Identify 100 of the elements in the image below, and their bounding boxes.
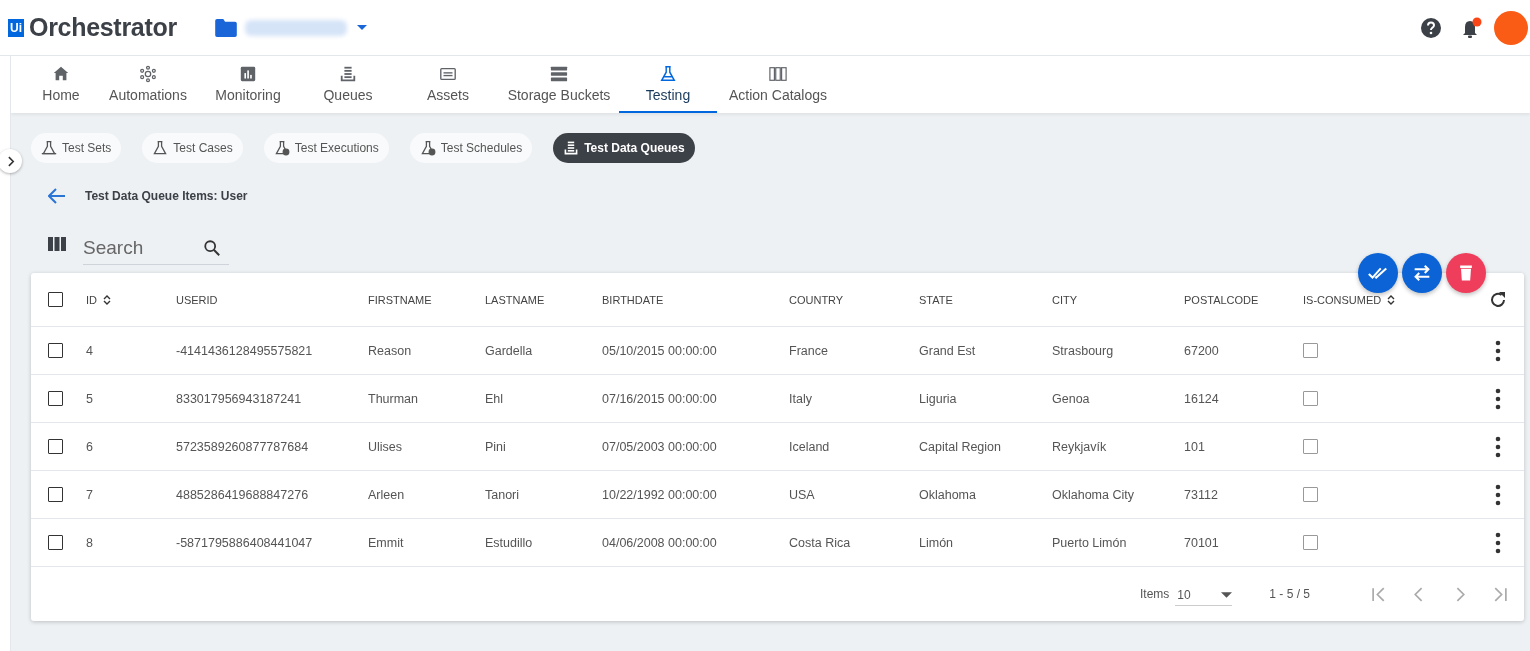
table-cell-text: Oklahoma City xyxy=(1052,487,1135,502)
more-icon[interactable] xyxy=(1495,531,1501,554)
table-cell-text: 6 xyxy=(86,439,94,454)
consumed-checkbox[interactable] xyxy=(1303,439,1318,454)
server-icon xyxy=(550,64,568,83)
consumed-checkbox[interactable] xyxy=(1303,487,1318,502)
nav-tab[interactable]: Home xyxy=(23,56,99,113)
folder-selector[interactable] xyxy=(214,18,367,37)
table-cell-text: 7 xyxy=(86,487,94,502)
sort-icon[interactable] xyxy=(1387,293,1396,306)
table-cell-text: 16124 xyxy=(1184,391,1220,406)
table-cell-text: 07/05/2003 00:00:00 xyxy=(602,439,718,454)
table-cell-text: -5871795886408441047 xyxy=(176,535,314,550)
table-cell-text: 05/10/2015 00:00:00 xyxy=(602,343,718,358)
delete-button[interactable] xyxy=(1446,253,1486,293)
table-cell-text: 10/22/1992 00:00:00 xyxy=(602,487,718,502)
table-cell-text: Capital Region xyxy=(919,439,1002,454)
sub-tab[interactable]: Test Sets xyxy=(31,133,122,163)
row-checkbox[interactable] xyxy=(48,343,63,358)
table-cell-text: Strasbourg xyxy=(1052,343,1115,358)
row-checkbox[interactable] xyxy=(48,391,63,406)
table-cell-text: 73112 xyxy=(1184,487,1219,502)
flask-icon xyxy=(273,140,290,156)
sub-tab[interactable]: Test Cases xyxy=(142,133,243,163)
app-title: Orchestrator xyxy=(29,13,177,42)
mark-consumed-button[interactable] xyxy=(1358,253,1398,293)
select-all-checkbox[interactable] xyxy=(48,292,63,307)
swap-icon xyxy=(1411,262,1433,284)
column-header[interactable]: BIRTHDATE xyxy=(602,293,664,306)
nav-tab[interactable]: Assets xyxy=(397,56,499,113)
column-header[interactable]: CITY xyxy=(1052,293,1078,306)
more-icon[interactable] xyxy=(1495,435,1501,458)
column-header[interactable]: IS-CONSUMED xyxy=(1303,293,1382,306)
table-cell-text: Iceland xyxy=(789,439,831,454)
sort-icon[interactable] xyxy=(103,293,111,306)
consumed-checkbox[interactable] xyxy=(1303,391,1318,406)
columns-icon[interactable] xyxy=(48,237,66,251)
nav-tab[interactable]: Monitoring xyxy=(197,56,299,113)
sidebar-toggle[interactable] xyxy=(0,149,22,173)
table-cell-text: Puerto Limón xyxy=(1052,535,1128,550)
page-size-select[interactable]: 10 xyxy=(1175,582,1233,606)
table-cell-text: Emmit xyxy=(368,535,405,550)
more-icon[interactable] xyxy=(1495,483,1501,506)
table-cell-text: Ehl xyxy=(485,391,505,406)
table-cell-text: 04/06/2008 00:00:00 xyxy=(602,535,718,550)
chevron-right-icon xyxy=(8,155,15,167)
table-cell-text: 101 xyxy=(1184,439,1206,454)
flask-icon xyxy=(41,140,57,156)
column-header[interactable]: POSTALCODE xyxy=(1184,293,1259,306)
column-header[interactable]: USERID xyxy=(176,293,218,306)
refresh-icon[interactable] xyxy=(1488,289,1508,310)
sub-tab[interactable]: Test Executions xyxy=(263,133,389,163)
caret-icon xyxy=(1221,591,1233,598)
column-header[interactable]: FIRSTNAME xyxy=(368,293,432,306)
table-cell-text: 07/16/2015 00:00:00 xyxy=(602,391,718,406)
nav-tab[interactable]: Automations xyxy=(99,56,197,113)
sub-tab[interactable]: Test Data Queues xyxy=(553,133,695,163)
nav-tab[interactable]: Queues xyxy=(299,56,397,113)
table-cell-text: 833017956943187241 xyxy=(176,391,303,406)
search-field[interactable]: Search xyxy=(83,237,203,259)
swap-button[interactable] xyxy=(1402,253,1442,293)
home-icon xyxy=(52,64,70,83)
table-cell-text: Italy xyxy=(789,391,813,406)
column-header[interactable]: LASTNAME xyxy=(485,293,545,306)
consumed-checkbox[interactable] xyxy=(1303,343,1318,358)
nav-tab[interactable]: Testing xyxy=(619,56,717,113)
table-cell-text: Limón xyxy=(919,535,955,550)
caret-icon xyxy=(356,25,367,30)
search-icon xyxy=(203,239,221,257)
consumed-checkbox[interactable] xyxy=(1303,535,1318,550)
back-arrow-icon[interactable] xyxy=(48,188,66,204)
nav-tab[interactable]: Action Catalogs xyxy=(717,56,839,113)
table-cell-text: France xyxy=(789,343,829,358)
table-cell-text: USA xyxy=(789,487,816,502)
folder-icon xyxy=(214,18,237,37)
table-cell-text: Pini xyxy=(485,439,507,454)
table-cell-text: Genoa xyxy=(1052,391,1091,406)
sub-tab[interactable]: Test Schedules xyxy=(409,133,533,163)
items-label: Items xyxy=(1139,587,1170,601)
row-checkbox[interactable] xyxy=(48,487,63,502)
column-header[interactable]: COUNTRY xyxy=(789,293,844,306)
row-checkbox[interactable] xyxy=(48,535,63,550)
column-header[interactable]: STATE xyxy=(919,293,953,306)
table-cell-text: Grand Est xyxy=(919,343,977,358)
table-cell-text: Estudillo xyxy=(485,535,534,550)
row-checkbox[interactable] xyxy=(48,439,63,454)
avatar[interactable] xyxy=(1494,10,1528,45)
table-cell-text: 4885286419688847276 xyxy=(176,487,310,502)
logo-mark: Ui xyxy=(8,18,24,37)
stack-icon xyxy=(339,64,357,83)
table-cell-text: -4141436128495575821 xyxy=(176,343,314,358)
chart-icon xyxy=(239,64,257,83)
column-header[interactable]: ID xyxy=(86,293,97,306)
page-title: Test Data Queue Items: User xyxy=(85,189,248,203)
table-cell-text: Tanori xyxy=(485,487,521,502)
nav-tab[interactable]: Storage Buckets xyxy=(499,56,619,113)
help-icon[interactable] xyxy=(1421,17,1441,38)
more-icon[interactable] xyxy=(1495,387,1501,410)
more-icon[interactable] xyxy=(1495,339,1501,362)
network-icon xyxy=(139,64,157,83)
